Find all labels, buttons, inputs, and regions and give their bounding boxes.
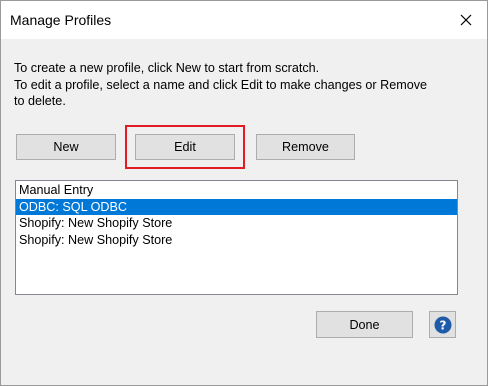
profiles-list[interactable]: Manual Entry ODBC: SQL ODBC Shopify: New…	[15, 180, 458, 295]
dialog-title: Manage Profiles	[10, 12, 112, 28]
list-item[interactable]: Shopify: New Shopify Store	[16, 215, 457, 232]
instructions-line-3: to delete.	[14, 94, 66, 108]
instructions: To create a new profile, click New to st…	[14, 60, 474, 110]
list-item[interactable]: Shopify: New Shopify Store	[16, 232, 457, 249]
edit-highlight-box	[125, 125, 245, 169]
close-button[interactable]	[453, 7, 479, 33]
done-button[interactable]: Done	[316, 311, 413, 338]
remove-button[interactable]: Remove	[256, 134, 355, 160]
list-item[interactable]: Manual Entry	[16, 182, 457, 199]
help-icon: ?	[434, 316, 451, 333]
new-button[interactable]: New	[16, 134, 116, 160]
close-icon	[460, 14, 472, 26]
manage-profiles-dialog: Manage Profiles To create a new profile,…	[0, 0, 488, 386]
help-button[interactable]: ?	[429, 311, 456, 338]
instructions-line-1: To create a new profile, click New to st…	[14, 61, 320, 75]
list-item-selected[interactable]: ODBC: SQL ODBC	[16, 198, 457, 215]
title-bar: Manage Profiles	[1, 1, 487, 39]
instructions-line-2: To edit a profile, select a name and cli…	[14, 77, 428, 92]
svg-text:?: ?	[439, 318, 446, 332]
